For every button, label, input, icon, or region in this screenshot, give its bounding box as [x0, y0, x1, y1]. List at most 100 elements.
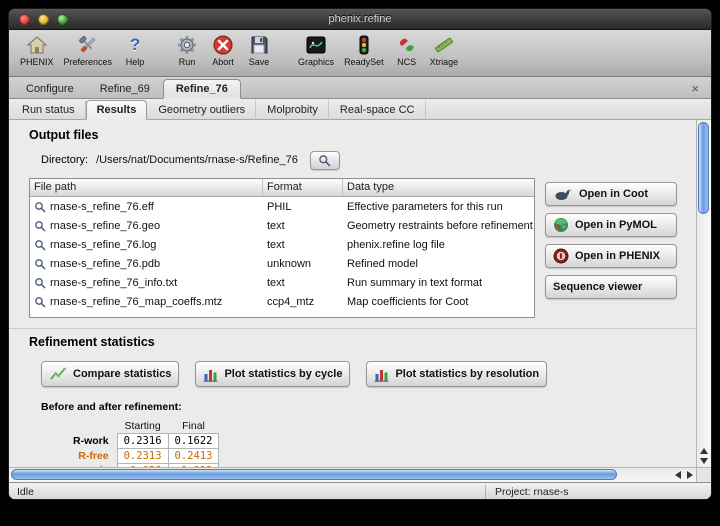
results-tabbar: Run status Results Geometry outliers Mol… — [9, 99, 711, 120]
directory-label: Directory: — [41, 154, 88, 166]
file-data-type: Effective parameters for this run — [343, 201, 534, 213]
results-panel: Output files Directory: /Users/nat/Docum… — [9, 120, 711, 482]
file-action-buttons: Open in Coot Open in PyMOL Open in PHENI… — [545, 178, 677, 318]
stats-row-r-work: R-work 0.2316 0.1622 — [71, 434, 219, 449]
graphics-icon — [305, 33, 327, 57]
tab-configure[interactable]: Configure — [13, 79, 87, 99]
toolbar-button-graphics[interactable]: Graphics — [293, 32, 339, 69]
vertical-scrollbar-thumb[interactable] — [698, 122, 709, 214]
tab-results[interactable]: Results — [86, 100, 148, 120]
vertical-scroll-arrows — [697, 446, 711, 466]
file-data-type: Run summary in text format — [343, 277, 534, 289]
tab-run-status[interactable]: Run status — [11, 100, 86, 120]
search-icon — [34, 296, 46, 308]
minimize-window-button[interactable] — [38, 14, 49, 25]
stat-value: 0.2413 — [168, 449, 219, 464]
refinement-statistics-heading: Refinement statistics — [29, 335, 696, 349]
toolbar-button-label: PHENIX — [20, 57, 54, 68]
sequence-viewer-button[interactable]: Sequence viewer — [545, 275, 677, 299]
close-window-button[interactable] — [19, 14, 30, 25]
close-tab-icon[interactable]: × — [687, 83, 703, 95]
scroll-down-icon[interactable] — [700, 458, 708, 464]
file-path: rnase-s_refine_76_map_coeffs.mtz — [50, 296, 222, 308]
plot-statistics-by-cycle-button[interactable]: Plot statistics by cycle — [195, 361, 350, 387]
tab-molprobity[interactable]: Molprobity — [256, 100, 329, 120]
file-path: rnase-s_refine_76.pdb — [50, 258, 160, 270]
tab-real-space-cc[interactable]: Real-space CC — [329, 100, 426, 120]
toolbar-button-ncs[interactable]: NCS — [389, 32, 425, 69]
horizontal-scrollbar-thumb[interactable] — [11, 469, 617, 480]
horizontal-scrollbar[interactable] — [9, 467, 696, 482]
toolbar-button-preferences[interactable]: Preferences — [59, 32, 118, 69]
toolbar-button-xtriage[interactable]: Xtriage — [425, 32, 464, 69]
horizontal-scroll-arrows — [675, 469, 693, 481]
output-file-row[interactable]: rnase-s_refine_76.geo text Geometry rest… — [30, 216, 534, 235]
stat-value: 0.2316 — [117, 434, 168, 449]
project-label: Project: rnase-s — [495, 486, 569, 498]
desktop-background: phenix.refine PHENIX Preferences — [0, 0, 720, 526]
column-header-starting: Starting — [117, 419, 168, 434]
tab-geometry-outliers[interactable]: Geometry outliers — [147, 100, 256, 120]
button-label: Compare statistics — [73, 368, 171, 380]
stats-row-r-free: R-free 0.2313 0.2413 — [71, 449, 219, 464]
phenix-refine-window: phenix.refine PHENIX Preferences — [8, 8, 712, 500]
file-path: rnase-s_refine_76_info.txt — [50, 277, 177, 289]
output-file-row[interactable]: rnase-s_refine_76.pdb unknown Refined mo… — [30, 254, 534, 273]
toolbar-button-phenix[interactable]: PHENIX — [15, 32, 59, 69]
scroll-up-icon[interactable] — [700, 448, 708, 454]
button-label: Open in PyMOL — [575, 219, 657, 231]
tab-label: Real-space CC — [340, 104, 415, 116]
zoom-window-button[interactable] — [57, 14, 68, 25]
output-file-row[interactable]: rnase-s_refine_76_map_coeffs.mtz ccp4_mt… — [30, 292, 534, 311]
output-file-row[interactable]: rnase-s_refine_76_info.txt text Run summ… — [30, 273, 534, 292]
output-files-table[interactable]: File path Format Data type rnase-s_refin… — [29, 178, 535, 318]
search-icon — [34, 239, 46, 251]
toolbar-button-label: NCS — [397, 57, 416, 68]
toolbar-button-readyset[interactable]: ReadySet — [339, 32, 389, 69]
column-header-data-type[interactable]: Data type — [343, 179, 534, 196]
column-header-format[interactable]: Format — [263, 179, 343, 196]
window-title: phenix.refine — [329, 13, 392, 25]
toolbar-button-label: Abort — [212, 57, 234, 68]
toolbar-button-save[interactable]: Save — [241, 32, 277, 69]
compare-statistics-button[interactable]: Compare statistics — [41, 361, 179, 387]
coot-bird-icon — [553, 187, 573, 201]
output-files-area: File path Format Data type rnase-s_refin… — [29, 178, 696, 318]
phenix-logo-icon — [553, 248, 569, 264]
browse-directory-button[interactable] — [310, 151, 340, 170]
tab-refine-69[interactable]: Refine_69 — [87, 79, 163, 99]
window-titlebar[interactable]: phenix.refine — [9, 9, 711, 30]
output-file-row[interactable]: rnase-s_refine_76.log text phenix.refine… — [30, 235, 534, 254]
file-path: rnase-s_refine_76.geo — [50, 220, 160, 232]
results-page: Output files Directory: /Users/nat/Docum… — [9, 120, 696, 467]
toolbar-button-abort[interactable]: Abort — [205, 32, 241, 69]
search-icon — [34, 201, 46, 213]
tab-refine-76[interactable]: Refine_76 — [163, 79, 241, 99]
output-file-row[interactable]: rnase-s_refine_76.eff PHIL Effective par… — [30, 197, 534, 216]
main-toolbar: PHENIX Preferences ? Help — [9, 30, 711, 77]
file-data-type: Refined model — [343, 258, 534, 270]
file-format: ccp4_mtz — [263, 296, 343, 308]
toolbar-button-help[interactable]: ? Help — [117, 32, 153, 69]
scroll-right-icon[interactable] — [687, 471, 693, 479]
scroll-left-icon[interactable] — [675, 471, 681, 479]
search-icon — [318, 154, 331, 167]
open-in-phenix-button[interactable]: Open in PHENIX — [545, 244, 677, 268]
open-in-pymol-button[interactable]: Open in PyMOL — [545, 213, 677, 237]
status-bar: Idle Project: rnase-s — [9, 482, 711, 500]
vertical-scrollbar[interactable] — [696, 120, 711, 467]
plot-statistics-by-resolution-button[interactable]: Plot statistics by resolution — [366, 361, 547, 387]
file-data-type: Map coefficients for Coot — [343, 296, 534, 308]
status-text: Idle — [17, 486, 34, 498]
file-format: text — [263, 239, 343, 251]
toolbar-button-label: Help — [126, 57, 145, 68]
directory-row: Directory: /Users/nat/Documents/rnase-s/… — [41, 150, 696, 170]
stats-caption: Before and after refinement: — [41, 401, 696, 413]
toolbar-button-label: Xtriage — [430, 57, 459, 68]
open-in-coot-button[interactable]: Open in Coot — [545, 182, 677, 206]
gear-run-icon — [176, 33, 198, 57]
column-header-file-path[interactable]: File path — [30, 179, 263, 196]
toolbar-button-run[interactable]: Run — [169, 32, 205, 69]
search-icon — [34, 220, 46, 232]
file-data-type: Geometry restraints before refinement — [343, 220, 534, 232]
